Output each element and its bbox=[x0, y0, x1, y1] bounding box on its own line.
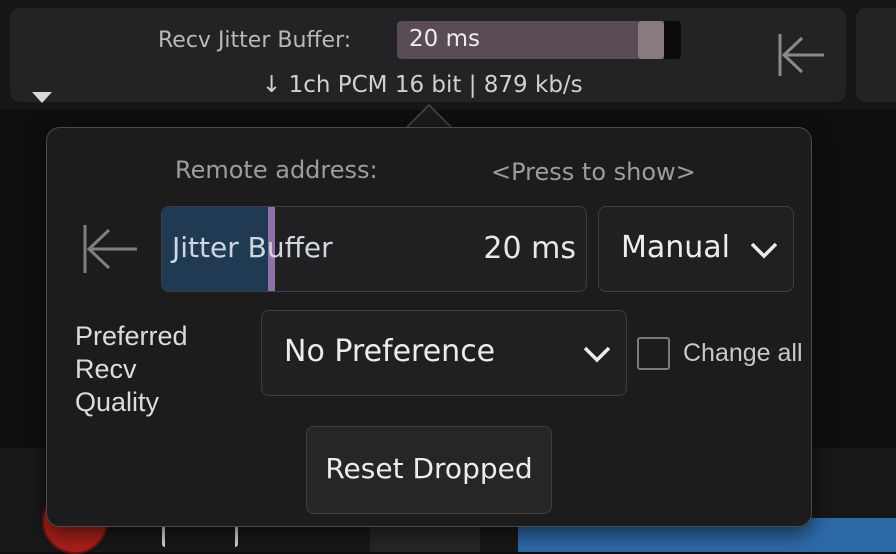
preferred-quality-label: Preferred Recv Quality bbox=[75, 320, 255, 419]
remote-address-value[interactable]: <Press to show> bbox=[491, 158, 696, 186]
connection-popover: Remote address: <Press to show> Jitter B… bbox=[46, 127, 812, 527]
chevron-down-icon bbox=[750, 242, 778, 259]
recv-jitter-value: 20 ms bbox=[409, 26, 480, 52]
recv-jitter-thumb[interactable] bbox=[638, 21, 664, 59]
jitter-mode-value: Manual bbox=[621, 230, 731, 265]
arrow-left-to-bar-icon[interactable] bbox=[770, 30, 828, 80]
jitter-buffer-value: 20 ms bbox=[483, 231, 576, 266]
status-card-right bbox=[856, 8, 896, 102]
codec-info: ↓ 1ch PCM 16 bit | 879 kb/s bbox=[262, 72, 583, 98]
preferred-quality-value: No Preference bbox=[284, 334, 496, 369]
chevron-down-icon bbox=[583, 346, 611, 363]
preferred-quality-dropdown[interactable]: No Preference bbox=[261, 310, 627, 396]
status-card: Recv Jitter Buffer: 20 ms ↓ 1ch PCM 16 b… bbox=[10, 8, 846, 103]
recv-jitter-label: Recv Jitter Buffer: bbox=[158, 28, 352, 53]
status-strip: Recv Jitter Buffer: 20 ms ↓ 1ch PCM 16 b… bbox=[0, 0, 896, 110]
jitter-buffer-slider[interactable]: Jitter Buffer 20 ms bbox=[161, 206, 587, 292]
recv-jitter-bar[interactable]: 20 ms bbox=[397, 21, 681, 59]
arrow-left-to-bar-icon[interactable] bbox=[79, 221, 139, 277]
preferred-quality-label-line1: Preferred Recv bbox=[75, 321, 188, 384]
remote-address-label: Remote address: bbox=[175, 156, 378, 184]
change-all-checkbox[interactable] bbox=[637, 337, 670, 370]
triangle-down-icon[interactable] bbox=[32, 92, 52, 103]
preferred-quality-label-line2: Quality bbox=[75, 387, 160, 417]
reset-dropped-button[interactable]: Reset Dropped bbox=[306, 426, 552, 514]
change-all-label[interactable]: Change all bbox=[683, 339, 803, 368]
jitter-buffer-label: Jitter Buffer bbox=[172, 231, 333, 264]
jitter-mode-dropdown[interactable]: Manual bbox=[598, 206, 794, 292]
